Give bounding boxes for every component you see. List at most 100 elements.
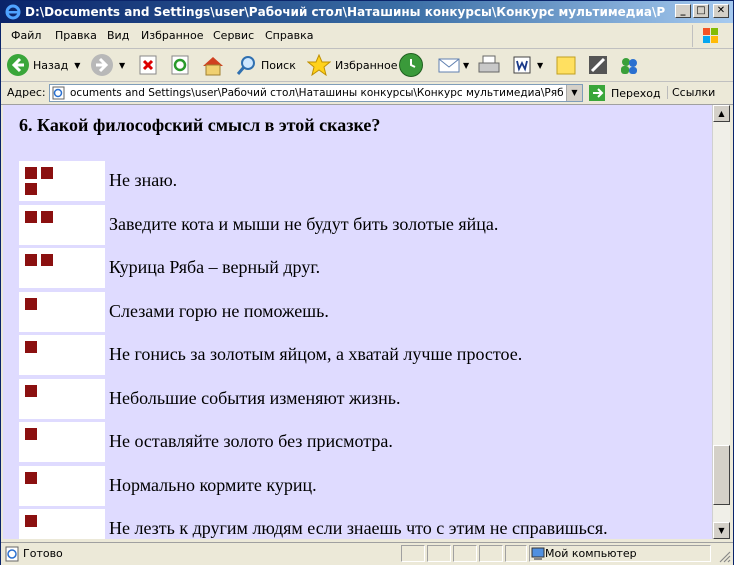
edit-dropdown-icon[interactable]: ▼	[537, 61, 543, 70]
menu-view[interactable]: Вид	[107, 29, 129, 42]
browser-window: D:\Documents and Settings\user\Рабочий с…	[0, 0, 734, 565]
forward-dropdown-icon[interactable]: ▼	[119, 61, 125, 70]
zone-text: Мой компьютер	[545, 547, 637, 560]
home-button[interactable]	[201, 53, 225, 77]
status-panel-4	[479, 545, 503, 562]
print-button[interactable]	[477, 53, 501, 77]
answer-row[interactable]: Слезами горю не поможешь.	[19, 291, 709, 332]
discuss-button[interactable]	[555, 53, 577, 77]
status-panel-2	[427, 545, 451, 562]
answer-row[interactable]: Курица Ряба – верный друг.	[19, 248, 709, 288]
printer-icon	[478, 55, 500, 73]
windows-flag-icon	[692, 25, 727, 47]
vertical-scrollbar[interactable]: ▲ ▼	[712, 105, 730, 539]
answer-row[interactable]: Небольшие события изменяют жизнь.	[19, 378, 709, 419]
title-bar[interactable]: D:\Documents and Settings\user\Рабочий с…	[1, 1, 733, 23]
answer-mark	[41, 254, 53, 266]
research-icon	[589, 56, 607, 74]
answer-row[interactable]: Не оставляйте золото без присмотра.	[19, 422, 709, 462]
mail-dropdown-icon[interactable]: ▼	[463, 61, 469, 70]
close-button[interactable]: ✕	[713, 4, 729, 18]
menu-bar: Файл Правка Вид Избранное Сервис Справка	[1, 24, 733, 49]
answer-mark	[25, 515, 37, 527]
status-panel-1	[401, 545, 425, 562]
maximize-button[interactable]: □	[693, 4, 709, 18]
answer-mark	[25, 167, 37, 179]
research-button[interactable]	[587, 53, 609, 77]
menu-file[interactable]: Файл	[11, 29, 41, 42]
favorites-star-icon	[307, 54, 331, 76]
mail-icon	[438, 58, 460, 73]
note-icon	[556, 56, 576, 75]
answer-text: Заведите кота и мыши не будут бить золот…	[109, 213, 499, 234]
stop-button[interactable]	[137, 53, 159, 77]
question-heading: 6. Какой философский смысл в этой сказке…	[19, 115, 381, 135]
answer-marks-cell	[19, 248, 105, 288]
forward-button[interactable]: ▼	[91, 53, 125, 77]
page-content: 6. Какой философский смысл в этой сказке…	[3, 105, 712, 539]
menu-edit[interactable]: Правка	[55, 29, 97, 42]
answer-row[interactable]: Нормально кормите куриц.	[19, 465, 709, 506]
address-bar: Адрес: ocuments and Settings\user\Рабочи…	[1, 82, 733, 105]
answer-text: Слезами горю не поможешь.	[109, 300, 329, 321]
status-bar: Готово Мой компьютер	[1, 542, 733, 565]
scroll-thumb[interactable]	[713, 445, 730, 505]
back-label: Назад	[33, 58, 69, 72]
back-dropdown-icon[interactable]: ▼	[74, 61, 80, 70]
mail-button[interactable]: ▼	[437, 53, 469, 77]
minimize-button[interactable]: _	[675, 4, 691, 18]
address-label: Адрес:	[7, 86, 46, 99]
answer-row[interactable]: Не лезть к другим людям если знаешь что …	[19, 509, 709, 539]
standard-toolbar: Назад ▼ ▼ Поиск Избранное ▼ ▼	[1, 49, 733, 82]
answer-marks-cell	[19, 335, 105, 375]
answer-marks-cell	[19, 378, 105, 419]
scroll-up-button[interactable]: ▲	[713, 105, 730, 122]
answer-mark	[25, 428, 37, 440]
history-icon	[399, 53, 423, 77]
stop-icon	[139, 55, 157, 75]
status-panel-3	[453, 545, 477, 562]
answer-text: Не гонись за золотым яйцом, а хватай луч…	[109, 344, 523, 364]
go-button[interactable]: Переход	[589, 84, 661, 102]
search-icon	[236, 56, 255, 75]
edit-word-button[interactable]: ▼	[511, 53, 543, 77]
answer-text: Не оставляйте золото без присмотра.	[109, 431, 393, 451]
go-arrow-icon	[589, 85, 605, 101]
window-title: D:\Documents and Settings\user\Рабочий с…	[25, 5, 665, 19]
links-button[interactable]: Ссылки	[667, 86, 715, 99]
resize-grip-icon[interactable]	[717, 549, 731, 563]
page-icon	[52, 86, 65, 100]
answer-marks-cell	[19, 291, 105, 332]
refresh-button[interactable]	[169, 53, 191, 77]
menu-tools[interactable]: Сервис	[213, 29, 254, 42]
answer-row[interactable]: Заведите кота и мыши не будут бить золот…	[19, 204, 709, 245]
status-panel-5	[505, 545, 527, 562]
search-button[interactable]: Поиск	[235, 53, 296, 77]
forward-arrow-icon	[91, 54, 113, 76]
answer-marks-cell	[19, 161, 105, 201]
word-icon	[513, 56, 531, 74]
refresh-icon	[171, 55, 189, 75]
status-text: Готово	[23, 547, 63, 560]
answer-marks-cell	[19, 204, 105, 245]
answer-row[interactable]: Не гонись за золотым яйцом, а хватай луч…	[19, 335, 709, 375]
answer-mark	[25, 341, 37, 353]
ie-logo-icon	[5, 4, 21, 20]
page-status-icon	[5, 546, 19, 562]
answer-marks-cell	[19, 509, 105, 539]
address-dropdown-icon[interactable]: ▼	[566, 85, 582, 101]
menu-help[interactable]: Справка	[265, 29, 313, 42]
scroll-down-button[interactable]: ▼	[713, 522, 730, 539]
answer-text: Небольшие события изменяют жизнь.	[109, 387, 401, 408]
back-button[interactable]: Назад ▼	[7, 53, 80, 77]
history-button[interactable]	[399, 53, 423, 77]
answer-mark	[25, 297, 37, 310]
messenger-button[interactable]	[617, 53, 641, 77]
favorites-button[interactable]: Избранное	[307, 53, 397, 77]
go-label: Переход	[611, 86, 661, 100]
answer-text: Курица Ряба – верный друг.	[109, 257, 321, 277]
menu-favorites[interactable]: Избранное	[141, 29, 203, 42]
answer-row[interactable]: Не знаю.	[19, 161, 709, 201]
address-input[interactable]: ocuments and Settings\user\Рабочий стол\…	[49, 84, 583, 102]
answer-marks-cell	[19, 422, 105, 462]
